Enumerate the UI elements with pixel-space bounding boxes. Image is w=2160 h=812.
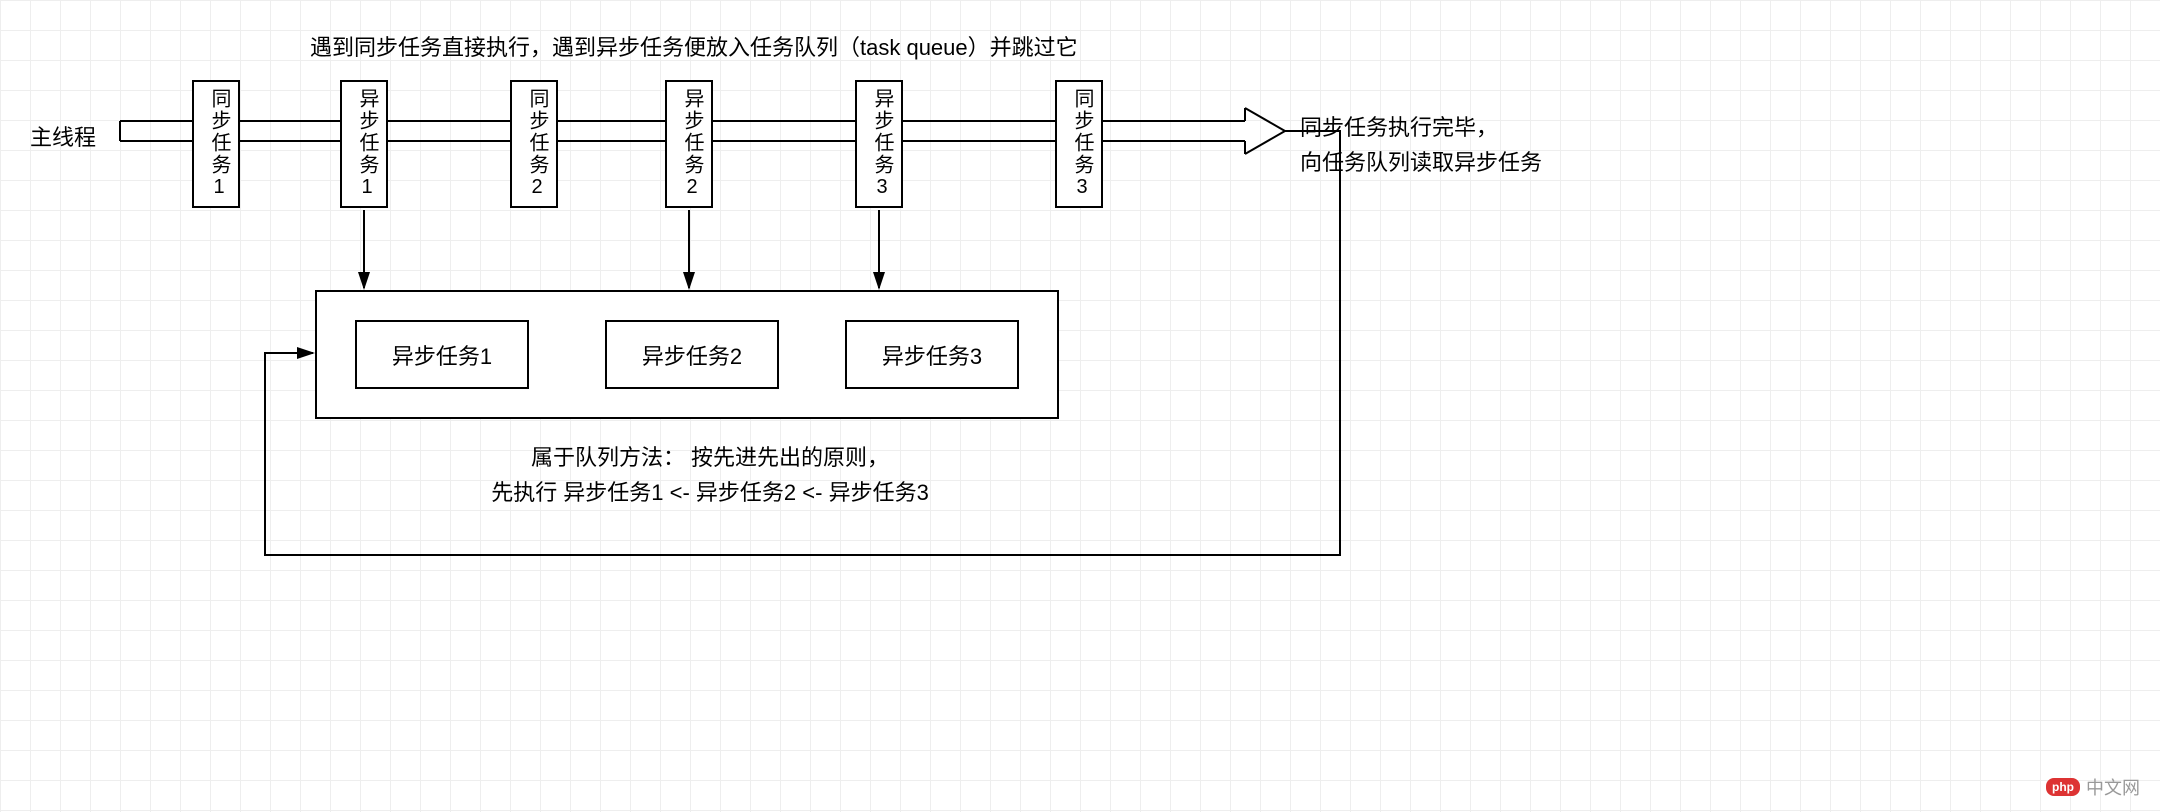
- thread-task-4: 异步任务2: [665, 80, 713, 208]
- caption-top: 遇到同步任务直接执行，遇到异步任务便放入任务队列（task queue）并跳过它: [310, 30, 1078, 62]
- watermark-text: 中文网: [2086, 774, 2140, 800]
- caption-right-line2: 向任务队列读取异步任务: [1300, 150, 1542, 175]
- caption-queue-line2: 先执行 异步任务1 <- 异步任务2 <- 异步任务3: [491, 480, 929, 505]
- thread-task-5: 异步任务3: [855, 80, 903, 208]
- main-thread-label: 主线程: [30, 120, 96, 152]
- caption-right: 同步任务执行完毕， 向任务队列读取异步任务: [1300, 110, 1560, 180]
- queue-item-3: 异步任务3: [845, 320, 1019, 389]
- queue-item-1: 异步任务1: [355, 320, 529, 389]
- caption-queue: 属于队列方法： 按先进先出的原则， 先执行 异步任务1 <- 异步任务2 <- …: [460, 440, 960, 510]
- thread-task-2: 异步任务1: [340, 80, 388, 208]
- thread-task-3: 同步任务2: [510, 80, 558, 208]
- queue-item-2: 异步任务2: [605, 320, 779, 389]
- watermark: php 中文网: [2046, 774, 2140, 800]
- thread-task-1: 同步任务1: [192, 80, 240, 208]
- php-badge-icon: php: [2046, 778, 2080, 796]
- thread-task-6: 同步任务3: [1055, 80, 1103, 208]
- caption-queue-line1: 属于队列方法： 按先进先出的原则，: [531, 445, 889, 470]
- caption-right-line1: 同步任务执行完毕，: [1300, 115, 1498, 140]
